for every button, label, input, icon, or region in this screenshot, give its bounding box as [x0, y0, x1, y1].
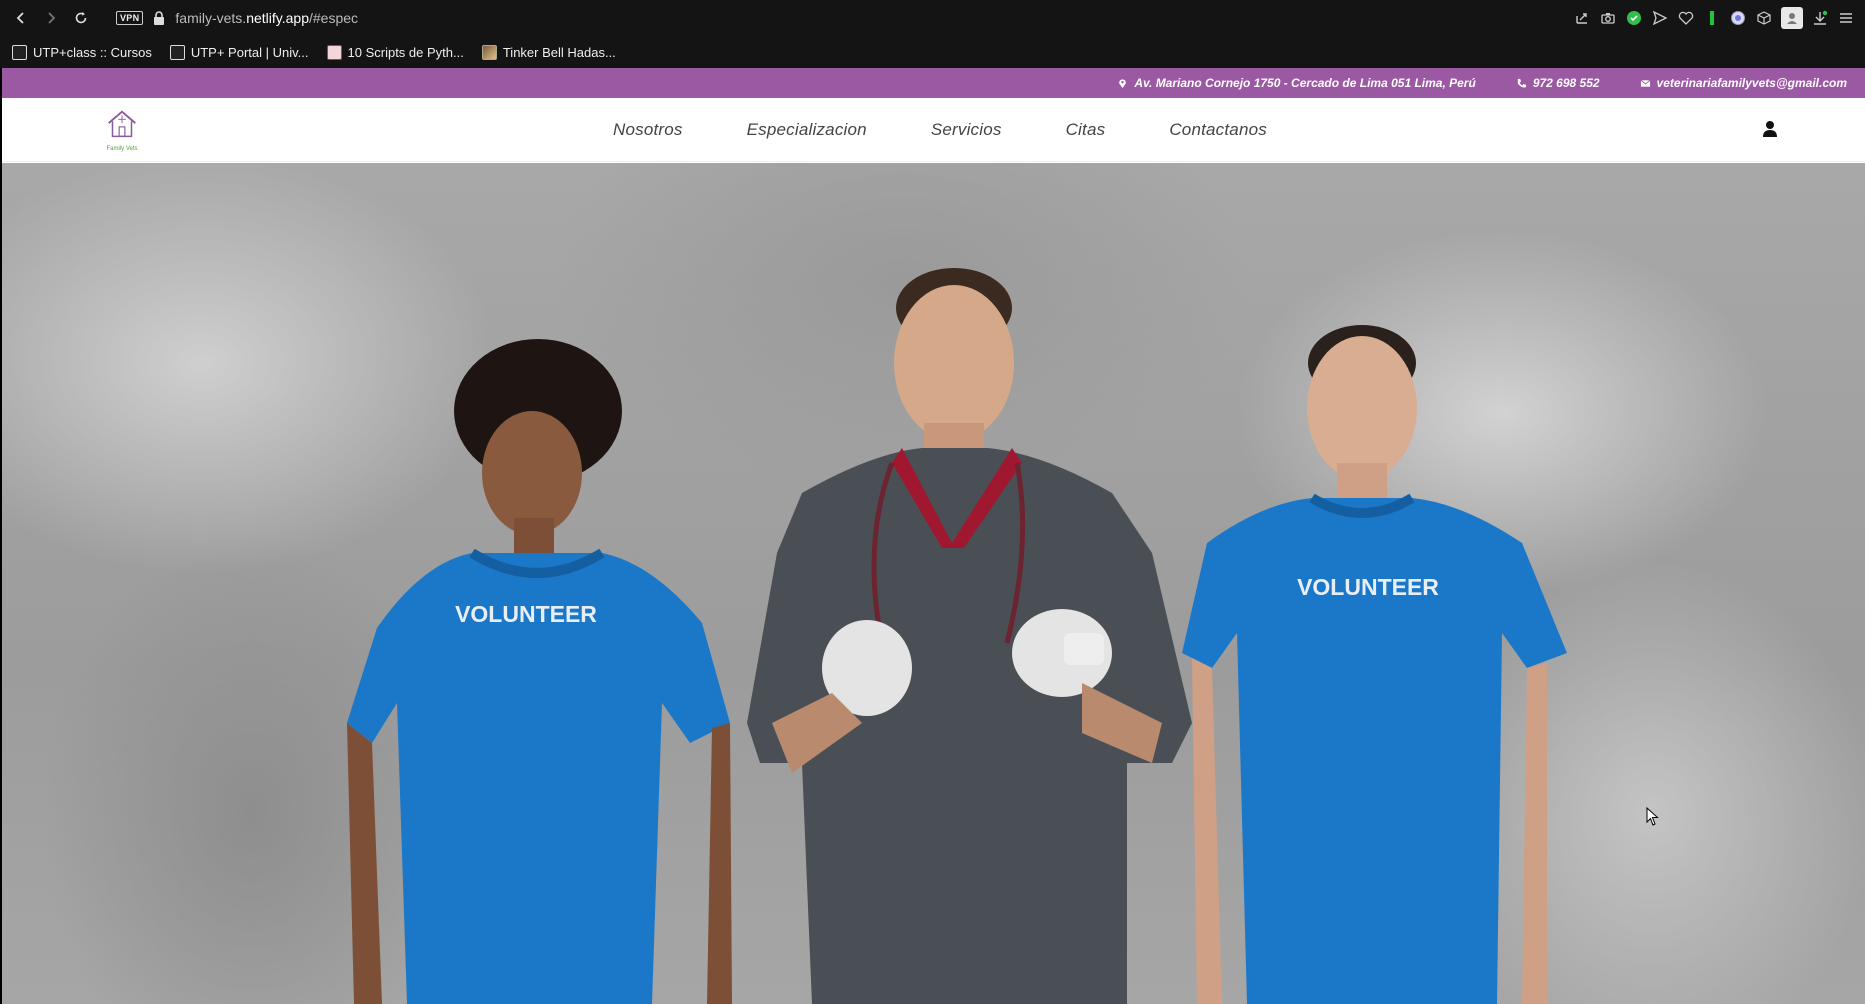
contact-topbar: Av. Mariano Cornejo 1750 - Cercado de Li… [2, 68, 1865, 98]
logo-text: Family Vets [106, 146, 138, 152]
nav-contactanos[interactable]: Contactanos [1169, 120, 1267, 140]
browser-toolbar: VPN family-vets.netlify.app/#espec [0, 0, 1865, 36]
phone-icon [1517, 78, 1526, 87]
address-text: Av. Mariano Cornejo 1750 - Cercado de Li… [1134, 76, 1476, 90]
download-icon[interactable] [1811, 9, 1829, 27]
volunteer-right-figure: VOLUNTEER [1182, 325, 1567, 1004]
bookmark-item[interactable]: 10 Scripts de Pyth... [326, 44, 464, 60]
phone-text: 972 698 552 [1532, 76, 1600, 90]
email-text: veterinariafamilyvets@gmail.com [1656, 76, 1847, 90]
nav-citas[interactable]: Citas [1066, 120, 1106, 140]
url-host: family-vets. [175, 10, 247, 26]
site-logo[interactable]: Family Vets [102, 106, 142, 152]
menu-icon[interactable] [1837, 9, 1855, 27]
shirt-text-right: VOLUNTEER [1297, 574, 1439, 600]
website: Av. Mariano Cornejo 1750 - Cercado de Li… [2, 68, 1865, 1004]
email-info[interactable]: veterinariafamilyvets@gmail.com [1640, 76, 1847, 90]
bookmark-item[interactable]: UTP+ Portal | Univ... [169, 44, 309, 60]
forward-icon[interactable] [38, 5, 64, 31]
url-path: /#espec [308, 10, 359, 26]
bookmark-favicon-icon [326, 44, 342, 60]
user-account-icon[interactable] [1761, 120, 1779, 138]
profile-avatar-icon[interactable] [1781, 7, 1803, 29]
bookmark-favicon-icon [169, 44, 185, 60]
share-icon[interactable] [1573, 9, 1591, 27]
location-pin-icon [1119, 78, 1127, 88]
bookmarks-bar: UTP+class :: Cursos UTP+ Portal | Univ..… [0, 36, 1865, 68]
bookmark-item[interactable]: Tinker Bell Hadas... [481, 44, 616, 60]
battery-icon [1703, 9, 1721, 27]
mouse-cursor-icon [1646, 807, 1659, 826]
bookmark-label: UTP+ Portal | Univ... [190, 44, 309, 60]
site-header: Family Vets Nosotros Especializacion Ser… [2, 98, 1865, 162]
volunteer-left-figure: VOLUNTEER [347, 339, 732, 1004]
send-icon[interactable] [1651, 9, 1669, 27]
hero-banner: VOLUNTEER VOLUNTEER [2, 163, 1865, 1004]
address-info: Av. Mariano Cornejo 1750 - Cercado de Li… [1117, 76, 1476, 90]
house-logo-icon [108, 110, 136, 138]
camera-icon[interactable] [1599, 9, 1617, 27]
hero-illustration: VOLUNTEER VOLUNTEER [347, 268, 1567, 1004]
envelope-icon [1640, 79, 1650, 87]
nav-especializacion[interactable]: Especializacion [747, 120, 867, 140]
bookmark-label: 10 Scripts de Pyth... [347, 44, 464, 60]
heart-icon[interactable] [1677, 9, 1695, 27]
address-bar[interactable]: family-vets.netlify.app/#espec [175, 10, 358, 26]
url-domain: netlify.app [246, 10, 309, 26]
reload-icon[interactable] [68, 5, 94, 31]
doctor-center-figure [747, 268, 1192, 1004]
bookmark-label: Tinker Bell Hadas... [502, 44, 616, 60]
main-nav: Nosotros Especializacion Servicios Citas… [613, 98, 1267, 162]
shirt-text-left: VOLUNTEER [455, 601, 597, 627]
bookmark-item[interactable]: UTP+class :: Cursos [12, 44, 152, 60]
shield-icon[interactable] [1625, 9, 1643, 27]
cube-icon[interactable] [1755, 9, 1773, 27]
nav-servicios[interactable]: Servicios [931, 120, 1002, 140]
lock-icon[interactable] [153, 11, 165, 25]
vpn-badge[interactable]: VPN [116, 11, 144, 25]
phone-info[interactable]: 972 698 552 [1516, 76, 1600, 90]
back-icon[interactable] [8, 5, 34, 31]
bookmark-label: UTP+class :: Cursos [33, 44, 152, 60]
bookmark-favicon-icon [12, 44, 27, 60]
nav-nosotros[interactable]: Nosotros [613, 120, 683, 140]
extension-globe-icon[interactable] [1729, 9, 1747, 27]
bookmark-favicon-icon [481, 44, 497, 60]
